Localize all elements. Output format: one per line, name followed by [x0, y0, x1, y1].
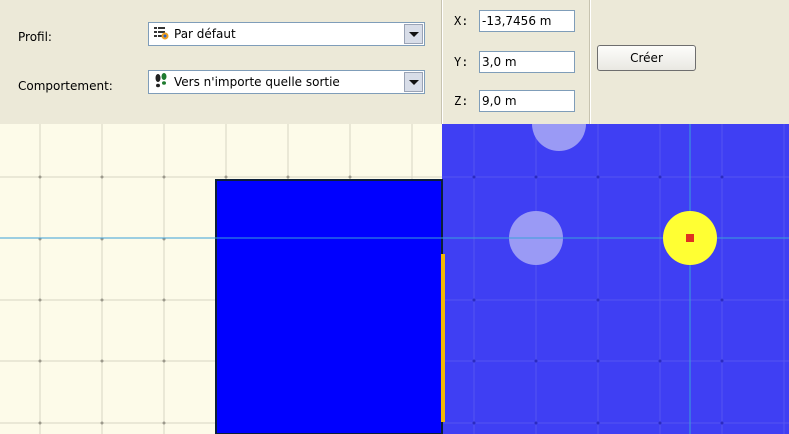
- panel-divider-highlight: [442, 0, 443, 124]
- agent-center-marker: [686, 234, 694, 242]
- chevron-down-icon[interactable]: [404, 24, 423, 44]
- obstacle-block[interactable]: [215, 179, 443, 434]
- profile-label: Profil:: [18, 30, 52, 44]
- profile-dropdown[interactable]: Par défaut: [148, 22, 425, 46]
- behavior-value: Vers n'importe quelle sortie: [174, 75, 340, 89]
- x-label: X:: [454, 14, 469, 28]
- footprints-icon: [153, 72, 169, 92]
- chevron-down-icon[interactable]: [404, 72, 423, 92]
- exit-door[interactable]: [441, 254, 445, 422]
- z-label: Z:: [454, 94, 469, 108]
- y-label: Y:: [454, 55, 469, 69]
- behavior-label: Comportement:: [18, 79, 113, 93]
- floor-area-right: [442, 124, 789, 434]
- profile-list-icon: [153, 26, 169, 43]
- simulation-viewport[interactable]: [0, 124, 789, 434]
- coords-divider-highlight: [590, 0, 591, 124]
- z-coordinate-field[interactable]: 9,0 m: [479, 90, 575, 112]
- create-button[interactable]: Créer: [597, 45, 696, 71]
- profile-value: Par défaut: [174, 27, 236, 41]
- app-window: Profil: Par défaut Comportement: Vers n'…: [0, 0, 789, 434]
- properties-panel: Profil: Par défaut Comportement: Vers n'…: [0, 0, 789, 124]
- x-coordinate-field[interactable]: -13,7456 m: [479, 10, 575, 32]
- behavior-dropdown[interactable]: Vers n'importe quelle sortie: [148, 70, 425, 94]
- y-coordinate-field[interactable]: 3,0 m: [479, 51, 575, 73]
